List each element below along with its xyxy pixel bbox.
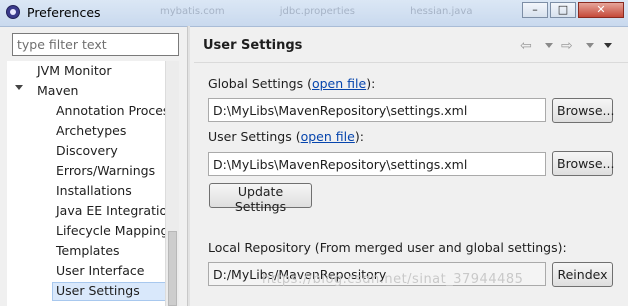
- user-settings-label: User Settings (open file):: [208, 129, 364, 144]
- tree-item-label: Installations: [56, 183, 132, 198]
- tree-item-label: Lifecycle Mapping: [56, 223, 165, 238]
- tree-item-label: JVM Monitor: [37, 63, 112, 78]
- tree-item-label: Errors/Warnings: [56, 163, 156, 178]
- global-settings-browse-button[interactable]: Browse...: [552, 98, 614, 123]
- tree-item-label: User Interface: [56, 263, 145, 278]
- tree-item-maven[interactable]: Maven: [37, 81, 78, 101]
- forward-history-dropdown-icon[interactable]: [586, 43, 594, 48]
- filter-input[interactable]: [12, 33, 179, 56]
- tree-item-templates[interactable]: Templates: [56, 241, 120, 261]
- panel-divider[interactable]: [187, 26, 190, 306]
- tree-item-label: User Settings: [56, 283, 140, 298]
- local-repository-label: Local Repository (From merged user and g…: [208, 240, 567, 255]
- tree-item-java-ee-integration[interactable]: Java EE Integratio: [56, 201, 165, 221]
- tree-item-label: Discovery: [56, 143, 118, 158]
- tree-item-label: Annotation Proces: [56, 103, 165, 118]
- background-tabs: mybatis.com jdbc.properties hessian.java: [160, 6, 524, 17]
- back-arrow-icon[interactable]: ⇦: [520, 38, 532, 54]
- user-settings-input[interactable]: [208, 152, 546, 176]
- minimize-button[interactable]: –: [522, 2, 548, 18]
- tree-item-discovery[interactable]: Discovery: [56, 141, 118, 161]
- maximize-button[interactable]: □: [550, 2, 576, 18]
- tree-item-jvm-monitor[interactable]: JVM Monitor: [37, 61, 112, 81]
- scrollbar-thumb[interactable]: [168, 231, 177, 306]
- tree-item-label: Templates: [56, 243, 120, 258]
- reindex-button[interactable]: Reindex: [552, 262, 613, 287]
- tree-item-user-interface[interactable]: User Interface: [56, 261, 144, 281]
- back-history-dropdown-icon[interactable]: [545, 43, 553, 48]
- close-button[interactable]: ✕: [578, 2, 624, 18]
- tree-item-label: Maven: [37, 83, 79, 98]
- tree-item-user-settings[interactable]: User Settings: [52, 281, 165, 301]
- user-settings-browse-button[interactable]: Browse...: [552, 151, 614, 176]
- global-settings-label-prefix: Global Settings (: [208, 76, 312, 91]
- tree-item-annotation-processing[interactable]: Annotation Proces: [56, 101, 165, 121]
- global-settings-label-suffix: ):: [366, 76, 376, 91]
- tree-item-errors-warnings[interactable]: Errors/Warnings: [56, 161, 155, 181]
- user-settings-label-prefix: User Settings (: [208, 129, 301, 144]
- title-bar: Preferences mybatis.com jdbc.properties …: [0, 0, 628, 27]
- forward-arrow-icon[interactable]: ⇨: [561, 38, 573, 54]
- page-title: User Settings: [203, 38, 303, 53]
- global-settings-open-file-link[interactable]: open file: [312, 76, 366, 91]
- global-settings-input[interactable]: [208, 98, 546, 122]
- expand-arrow-icon[interactable]: [15, 85, 23, 90]
- eclipse-icon: [6, 5, 20, 19]
- tree-item-archetypes[interactable]: Archetypes: [56, 121, 126, 141]
- update-settings-button[interactable]: Update Settings: [209, 183, 312, 214]
- tree-scrollbar[interactable]: [165, 61, 179, 306]
- tree-item-installations[interactable]: Installations: [56, 181, 132, 201]
- preference-tree: JVM Monitor Maven Annotation Proces Arch…: [7, 61, 165, 306]
- user-settings-label-suffix: ):: [354, 129, 364, 144]
- tree-item-label: Archetypes: [56, 123, 127, 138]
- background-tab: hessian.java: [410, 6, 473, 17]
- background-tab: jdbc.properties: [279, 6, 355, 17]
- view-menu-icon[interactable]: [604, 43, 612, 48]
- background-tab: mybatis.com: [160, 6, 225, 17]
- local-repository-value: [208, 262, 546, 286]
- window-title: Preferences: [27, 5, 101, 20]
- user-settings-open-file-link[interactable]: open file: [301, 129, 355, 144]
- header-divider: [194, 62, 628, 63]
- global-settings-label: Global Settings (open file):: [208, 76, 375, 91]
- tree-item-lifecycle-mapping[interactable]: Lifecycle Mapping: [56, 221, 165, 241]
- tree-item-label: Java EE Integratio: [56, 203, 165, 218]
